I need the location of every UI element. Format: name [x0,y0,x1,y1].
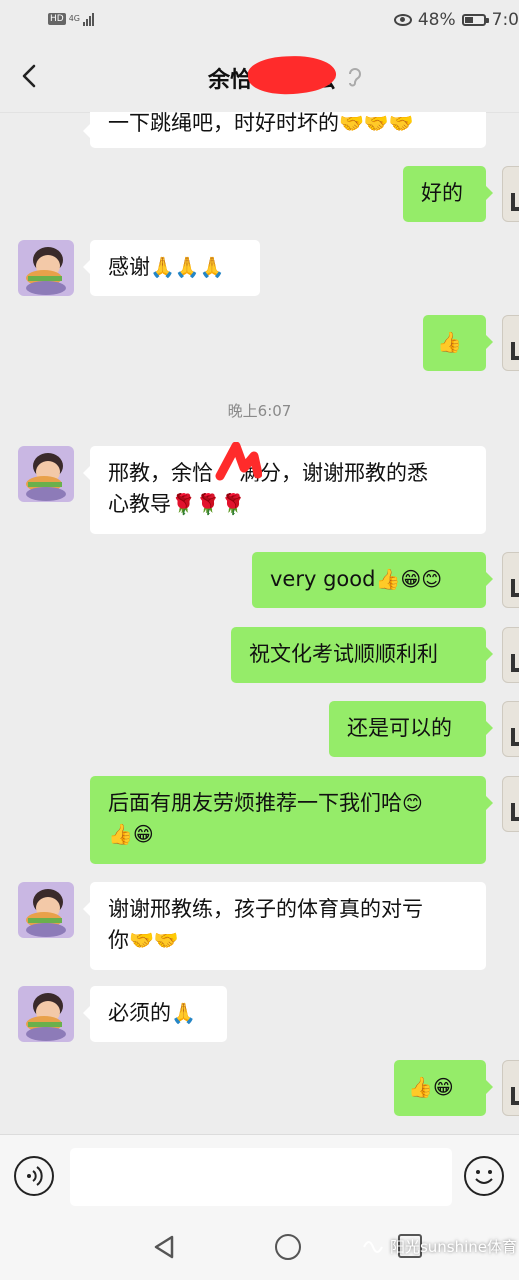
message-text: 感谢 [108,255,150,279]
battery-percent: 48% [417,10,456,30]
message-list[interactable]: 一下跳绳吧，时好时坏的🤝🤝🤝 好的 感谢🙏🙏🙏 👍 晚上6:07 邢教，余恰 满分… [0,112,519,1134]
message-received[interactable]: 邢教，余恰 满分，谢谢邢教的悉 心教导🌹🌹🌹 [83,446,486,534]
emoji-icon[interactable] [464,1156,504,1196]
message-sent[interactable]: 祝文化考试顺顺利利 [231,627,493,683]
contact-avatar[interactable] [18,986,74,1042]
my-avatar[interactable] [502,701,519,757]
status-bar: HD 4G 48% 7:0 [0,0,519,42]
message-text: 好的 [421,181,463,205]
timestamp: 晚上6:07 [227,402,292,420]
eye-comfort-icon [393,14,412,26]
message-text-line2: 你 [108,928,129,952]
battery-icon [461,14,489,26]
message-sent[interactable]: 还是可以的 [329,701,493,757]
my-avatar[interactable] [502,552,519,608]
pray-emoji: 🙏🙏🙏 [150,255,225,279]
redaction-scribble [215,442,262,481]
message-received[interactable]: 感谢🙏🙏🙏 [83,240,260,296]
contact-avatar[interactable] [18,240,74,296]
input-bar [0,1134,519,1219]
my-avatar[interactable] [502,627,519,683]
my-avatar[interactable] [502,315,519,371]
message-text: 邢教，余恰 [108,461,213,485]
message-text-continued: 满分，谢谢邢教的悉 [239,461,428,485]
network-type: 4G [68,14,80,23]
my-avatar[interactable] [502,776,519,832]
message-sent[interactable]: 后面有朋友劳烦推荐一下我们哈😊 👍😁 [90,776,493,864]
hd-badge: HD [48,13,66,25]
message-text: 必须的 [108,1001,171,1025]
signal-icon [83,12,94,26]
message-sent[interactable]: very good👍😁😊 [252,552,493,608]
pray-emoji: 🙏 [171,1001,196,1025]
clock: 7:0 [491,10,519,30]
watermark-text: 阳光sunshine体育 [389,1238,517,1256]
system-home-icon[interactable] [275,1234,301,1260]
status-right: 48% 7:0 [393,10,519,30]
rose-emoji: 🌹🌹🌹 [171,492,246,516]
back-arrow-icon[interactable] [16,62,44,90]
message-text: 后面有朋友劳烦推荐一下我们哈 [108,791,402,815]
message-text: 祝文化考试顺顺利利 [249,642,438,666]
watermark: 阳光sunshine体育 [362,1236,517,1257]
contact-avatar[interactable] [18,446,74,502]
thumbs-grin-emoji: 👍😁 [408,1075,454,1099]
message-text: 谢谢邢教练，孩子的体育真的对亏 [108,897,423,921]
system-navigation-bar: 阳光sunshine体育 [0,1218,519,1280]
message-text: 还是可以的 [347,716,452,740]
chat-title: 余恰 [208,68,253,93]
message-sent[interactable]: 👍😁 [394,1060,493,1116]
my-avatar[interactable] [502,166,519,222]
message-received[interactable]: 一下跳绳吧，时好时坏的🤝🤝🤝 [83,112,486,148]
handshake-emoji: 🤝🤝 [129,928,179,952]
voice-input-icon[interactable] [14,1156,54,1196]
smile-emoji: 😊 [402,791,423,815]
thumbs-grin-smile-emoji: 👍😁😊 [375,567,443,591]
message-text: 一下跳绳吧，时好时坏的 [108,112,339,135]
message-input[interactable] [70,1148,452,1206]
system-back-icon[interactable] [152,1234,178,1260]
handshake-emoji: 🤝🤝🤝 [339,112,414,135]
message-sent[interactable]: 好的 [403,166,493,222]
wechat-channel-icon [363,1240,383,1253]
status-left: HD 4G [48,12,94,26]
message-received[interactable]: 必须的🙏 [83,986,227,1042]
message-text: very good [270,567,376,591]
earpiece-icon[interactable] [346,66,362,93]
message-text-line2: 心教导 [108,492,171,516]
message-received[interactable]: 谢谢邢教练，孩子的体育真的对亏 你🤝🤝 [83,882,486,970]
contact-avatar[interactable] [18,882,74,938]
thumbs-up-emoji: 👍 [437,330,462,354]
chat-title-wrap: 余恰 [208,62,252,94]
message-sent[interactable]: 👍 [423,315,493,371]
my-avatar[interactable] [502,1060,519,1116]
thumbs-grin-emoji: 👍😁 [108,822,154,846]
